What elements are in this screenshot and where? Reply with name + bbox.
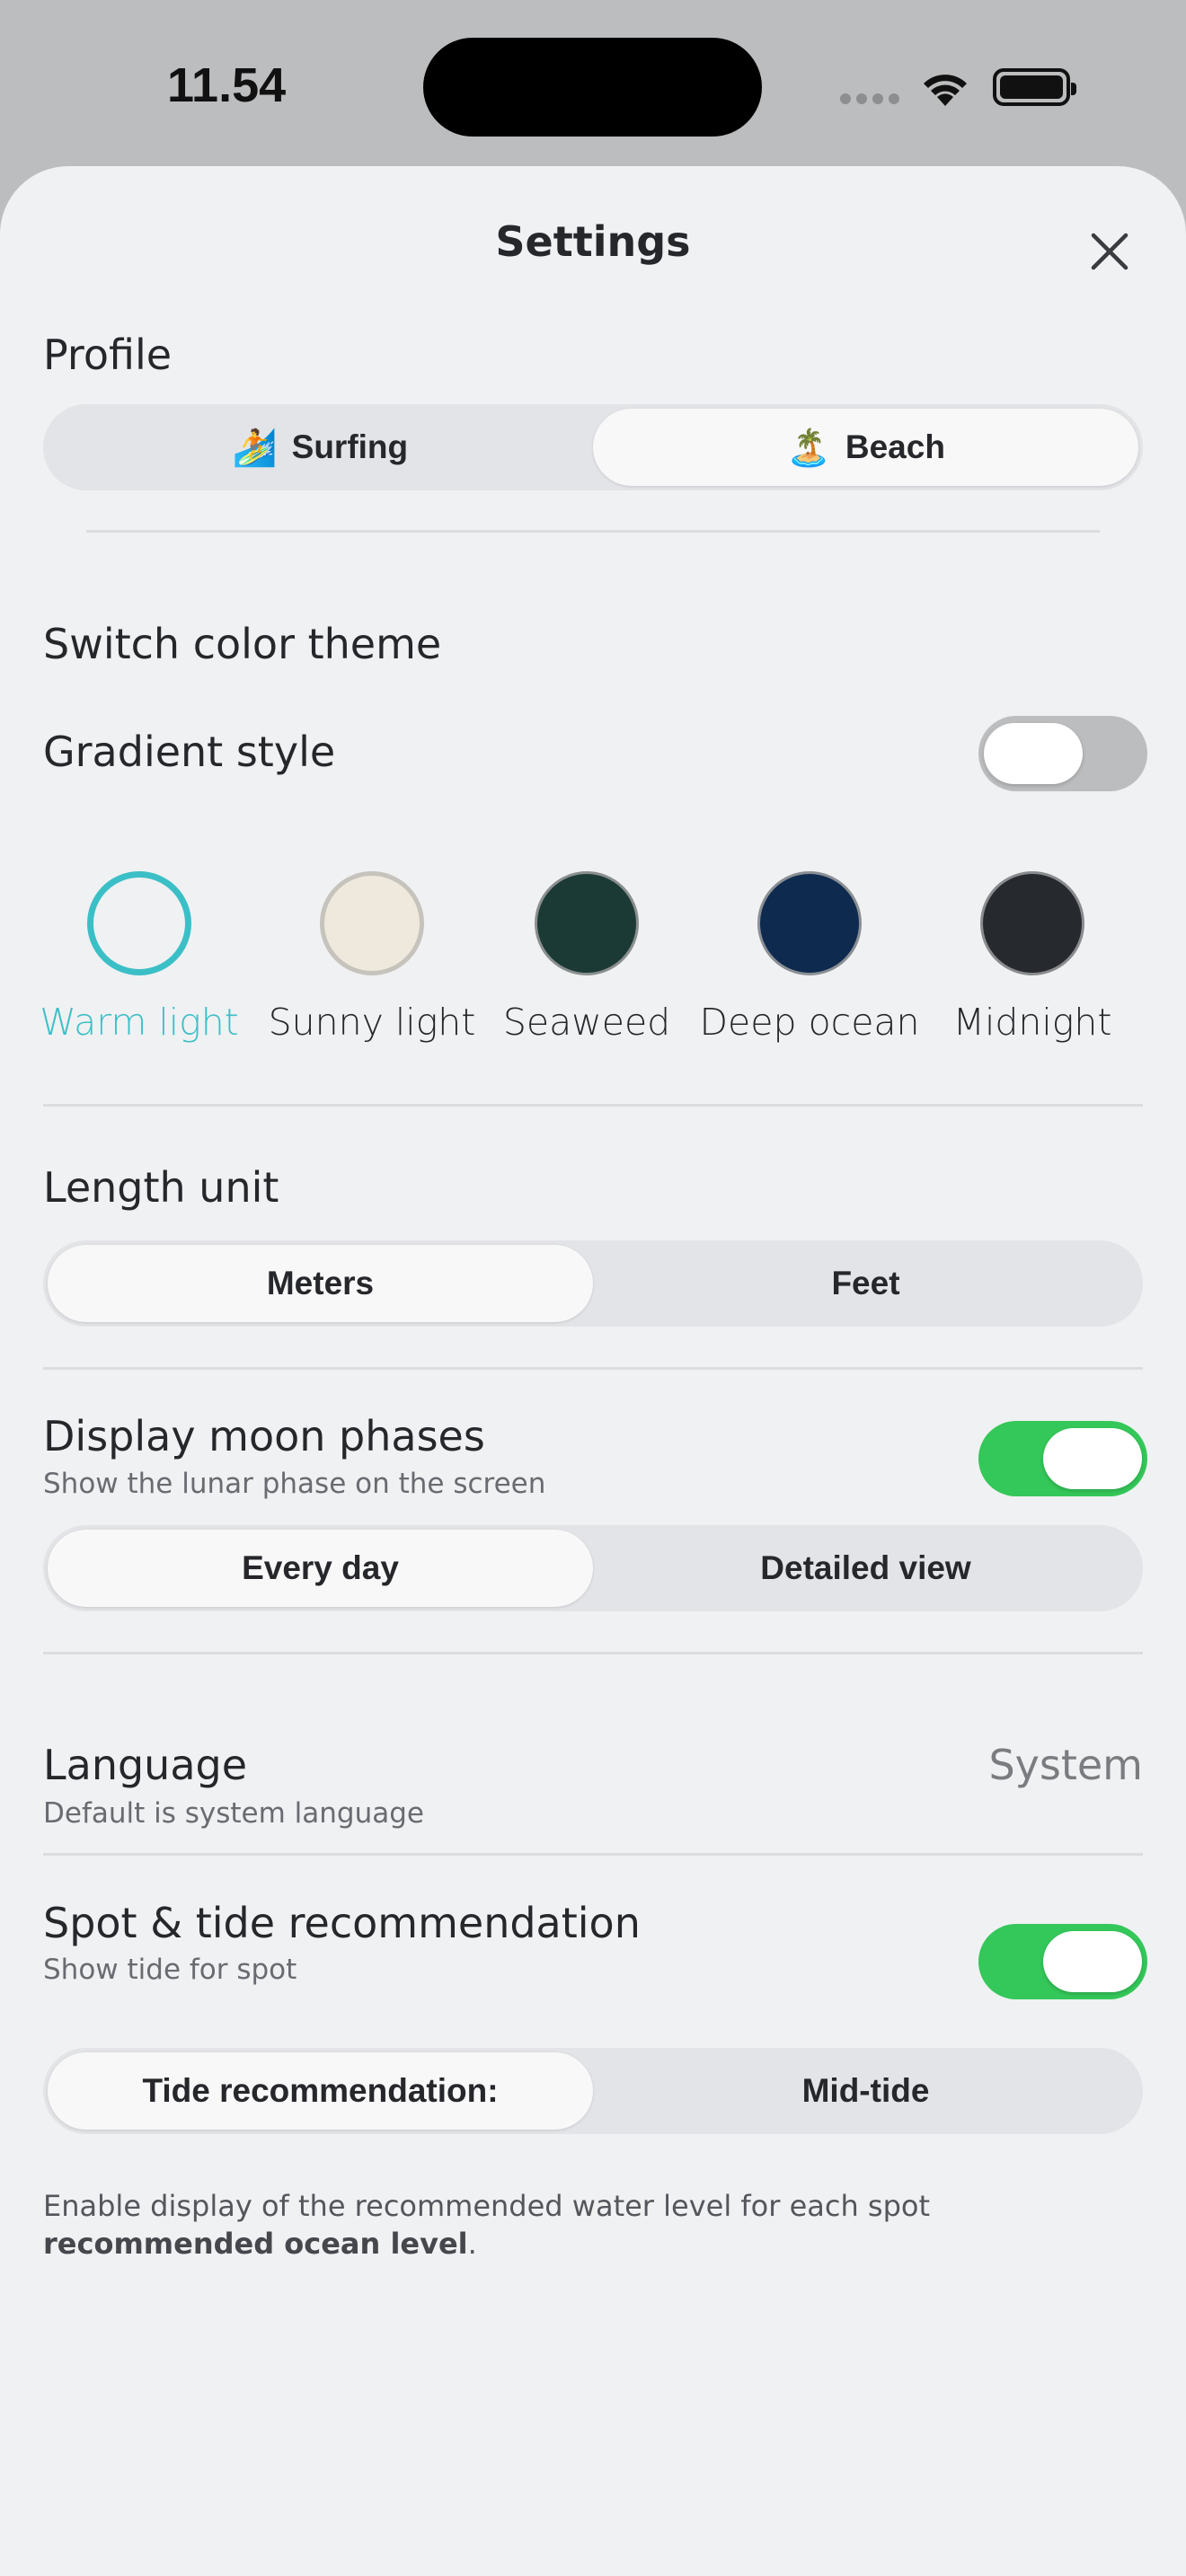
theme-swatch-sunny-light[interactable]: Sunny light <box>269 871 475 1044</box>
length-unit-segmented-control: Meters Feet <box>43 1240 1143 1327</box>
moon-phases-label: Display moon phases <box>43 1412 485 1460</box>
swatch-dot <box>320 871 424 975</box>
toggle-knob <box>1043 1428 1142 1489</box>
swatch-name: Midnight <box>952 1001 1112 1044</box>
wifi-icon <box>924 75 967 106</box>
tide-recommendation-sublabel: Show tide for spot <box>43 1954 297 1986</box>
tide-option-mid-tide[interactable]: Mid-tide <box>593 2052 1138 2130</box>
profile-option-label: Beach <box>845 428 945 465</box>
profile-segmented-control: 🏄 Surfing 🏝️ Beach <box>43 404 1143 490</box>
theme-swatch-seaweed[interactable]: Seaweed <box>503 871 670 1044</box>
tide-segmented-control: Tide recommendation: Mid-tide <box>43 2048 1143 2134</box>
profile-option-beach[interactable]: 🏝️ Beach <box>593 409 1138 486</box>
dynamic-island <box>423 38 762 137</box>
profile-option-label: Surfing <box>291 428 409 465</box>
island-icon: 🏝️ <box>786 428 831 468</box>
page-title: Settings <box>495 217 691 266</box>
theme-swatch-row: Warm light Sunny light Seaweed Deep ocea… <box>0 871 1186 1051</box>
status-bar: 11.54 <box>0 0 1186 166</box>
swatch-name: Deep ocean <box>699 1001 920 1044</box>
footnote-bold: recommended ocean level <box>43 2227 468 2261</box>
footnote-text: Enable display of the recommended water … <box>43 2189 931 2223</box>
divider <box>86 530 1100 533</box>
profile-label: Profile <box>43 331 173 379</box>
language-value[interactable]: System <box>988 1741 1143 1789</box>
swatch-name: Sunny light <box>268 1001 476 1044</box>
gradient-style-toggle[interactable] <box>978 716 1147 791</box>
color-theme-label: Switch color theme <box>43 620 442 668</box>
language-sublabel: Default is system language <box>43 1797 424 1830</box>
length-unit-option-feet[interactable]: Feet <box>593 1245 1138 1322</box>
theme-swatch-warm-light[interactable]: Warm light <box>40 871 239 1044</box>
divider <box>43 1652 1143 1654</box>
battery-icon <box>993 68 1076 106</box>
swatch-dot <box>535 871 639 975</box>
swatch-dot <box>757 871 862 975</box>
cellular-signal-icon <box>840 93 899 104</box>
moon-phases-sublabel: Show the lunar phase on the screen <box>43 1468 546 1500</box>
divider <box>43 1853 1143 1856</box>
moon-phases-toggle[interactable] <box>978 1421 1147 1496</box>
moon-option-every-day[interactable]: Every day <box>48 1530 593 1607</box>
tide-footnote: Enable display of the recommended water … <box>43 2187 1031 2263</box>
swatch-dot <box>87 871 191 975</box>
theme-swatch-midnight[interactable]: Midnight <box>947 871 1118 1044</box>
swatch-name: Warm light <box>40 1001 239 1044</box>
tide-recommendation-label: Spot & tide recommendation <box>43 1899 641 1947</box>
toggle-knob <box>984 723 1083 784</box>
moon-phases-segmented-control: Every day Detailed view <box>43 1525 1143 1611</box>
settings-sheet: Settings Profile 🏄 Surfing 🏝️ Beach Swit… <box>0 166 1186 2576</box>
divider <box>43 1367 1143 1370</box>
footnote-end: . <box>467 2227 477 2261</box>
toggle-knob <box>1043 1931 1142 1992</box>
tide-recommendation-toggle[interactable] <box>978 1924 1147 1999</box>
profile-option-surfing[interactable]: 🏄 Surfing <box>48 409 593 486</box>
status-time: 11.54 <box>167 58 287 112</box>
divider <box>43 1104 1143 1107</box>
tide-option-recommendation[interactable]: Tide recommendation: <box>48 2052 593 2130</box>
gradient-style-label: Gradient style <box>43 728 336 776</box>
length-unit-label: Length unit <box>43 1163 279 1212</box>
moon-option-detailed-view[interactable]: Detailed view <box>593 1530 1138 1607</box>
close-icon[interactable] <box>1083 225 1137 278</box>
swatch-dot <box>980 871 1084 975</box>
swatch-name: Seaweed <box>502 1001 671 1044</box>
length-unit-option-meters[interactable]: Meters <box>48 1245 593 1322</box>
language-label: Language <box>43 1741 248 1789</box>
surfer-icon: 🏄 <box>232 428 278 468</box>
theme-swatch-deep-ocean[interactable]: Deep ocean <box>699 871 920 1044</box>
